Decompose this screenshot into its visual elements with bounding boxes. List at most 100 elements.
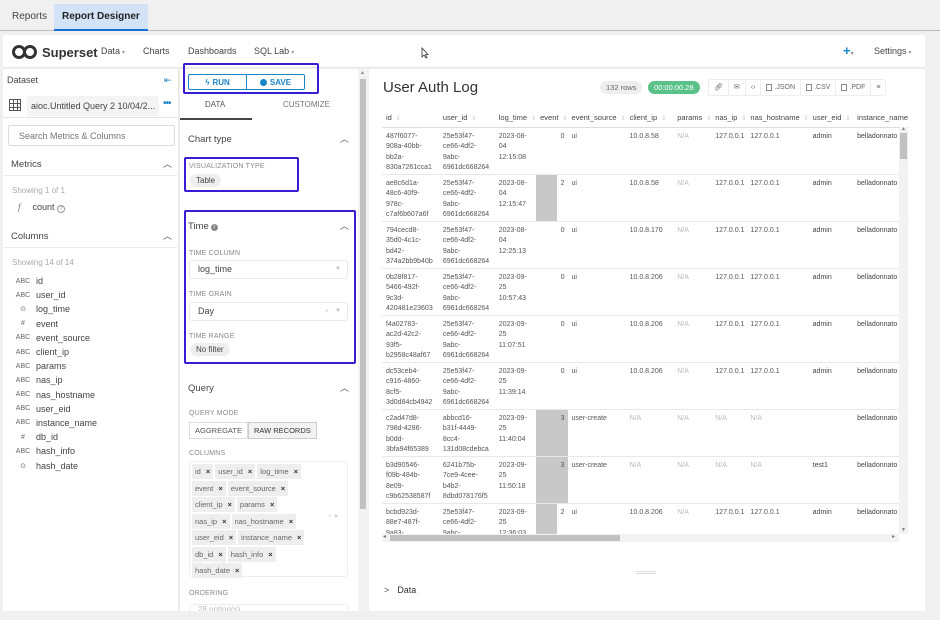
collapse-panel-icon[interactable]: ⇤ — [164, 75, 172, 86]
superset-logo[interactable]: Superset — [12, 44, 98, 60]
query-mode-aggregate[interactable]: AGGREGATE — [189, 422, 248, 439]
remove-tag-icon[interactable]: × — [235, 563, 239, 578]
metric-item[interactable]: f count ? — [13, 202, 66, 213]
remove-tag-icon[interactable]: × — [294, 464, 298, 479]
query-mode-raw-records[interactable]: RAW RECORDS — [247, 422, 317, 439]
remove-tag-icon[interactable]: × — [218, 547, 222, 562]
chart-title[interactable]: User Auth Log — [383, 79, 478, 96]
column-item[interactable]: ABC instance_name — [12, 416, 97, 430]
settings-menu[interactable]: Settings ▾ — [874, 46, 912, 56]
resize-drag-handle[interactable] — [636, 571, 656, 574]
tab-reports[interactable]: Reports — [4, 4, 55, 31]
remove-tag-icon[interactable]: × — [268, 547, 272, 562]
table-row[interactable]: b3d90546- f09b-484b- 8e09- c9b62538587f 6… — [382, 456, 909, 504]
nav-sql-lab-menu[interactable]: SQL Lab ▾ — [254, 46, 294, 56]
clear-chevron-icon[interactable]: × ▼ — [328, 514, 339, 520]
nav-dashboards[interactable]: Dashboards — [188, 46, 237, 56]
column-tag[interactable]: db_id × — [192, 546, 226, 562]
table-row[interactable]: 794cecd8- 35d0-4c1c- bd42- 374a2bb9b40b 2… — [382, 221, 909, 269]
run-button[interactable]: ϟ RUN — [189, 75, 247, 89]
clear-icon[interactable]: × — [325, 303, 329, 320]
table-row[interactable]: dc53ceb4- c916-4860- 8cf5- 3d0d84cb4942 2… — [382, 362, 909, 410]
remove-tag-icon[interactable]: × — [248, 464, 252, 479]
column-item[interactable]: ⊙ log_time — [12, 302, 97, 316]
column-item[interactable]: ABC user_eid — [12, 402, 97, 416]
control-panel-scrollbar[interactable]: ▲ — [358, 69, 368, 611]
column-item[interactable]: ⊙ hash_date — [12, 458, 97, 472]
sort-icon[interactable]: ⇕ — [741, 116, 746, 122]
column-header-event-source[interactable]: event_source ⇕ — [567, 109, 626, 128]
export-csv-button[interactable]: .CSV — [801, 80, 837, 95]
time-column-select[interactable]: log_time ▼ — [189, 260, 348, 279]
time-grain-select[interactable]: Day × ▼ — [189, 302, 348, 321]
column-tag[interactable]: hash_date × — [192, 563, 243, 578]
scrollbar-thumb[interactable] — [360, 79, 366, 509]
time-section-title[interactable]: Time i — [188, 221, 218, 232]
column-tag[interactable]: id × — [192, 464, 214, 479]
table-vertical-scrollbar[interactable]: ▲ ▼ — [899, 126, 908, 534]
table-row[interactable]: 487f6077- 908a-40bb- bb2a- 830a7261cca1 2… — [382, 127, 909, 175]
metrics-section-header[interactable]: Metrics ︿ — [3, 154, 179, 176]
table-row[interactable]: f4a02783- ac2d-42c2- 93f5- b2958c48af67 2… — [382, 315, 909, 363]
remove-tag-icon[interactable]: × — [229, 530, 233, 545]
column-tag[interactable]: event × — [192, 480, 226, 496]
table-row[interactable]: 0b28f817- 5466-492f- 9c3d- 420481e23603 2… — [382, 268, 909, 316]
scroll-up-icon[interactable]: ▲ — [901, 126, 906, 132]
remove-tag-icon[interactable]: × — [228, 497, 232, 512]
column-tag[interactable]: event_source × — [227, 480, 289, 496]
column-tag[interactable]: log_time × — [257, 464, 301, 479]
sort-icon[interactable]: ⇕ — [471, 116, 476, 122]
remove-tag-icon[interactable]: × — [222, 514, 226, 529]
column-item[interactable]: ABC user_id — [12, 288, 97, 302]
column-item[interactable]: # db_id — [12, 430, 97, 444]
remove-tag-icon[interactable]: × — [289, 514, 293, 529]
column-header-event[interactable]: event ⇕ — [536, 109, 568, 128]
visualization-type-value[interactable]: Table — [190, 174, 222, 187]
column-item[interactable]: ABC nas_ip — [12, 373, 97, 387]
columns-multiselect[interactable]: id × user_id × log_time × event × event_source × c… — [189, 461, 348, 578]
remove-tag-icon[interactable]: × — [206, 464, 210, 479]
remove-tag-icon[interactable]: × — [270, 497, 274, 512]
sort-icon[interactable]: ⇕ — [706, 116, 711, 122]
sort-icon[interactable]: ⇕ — [396, 116, 401, 122]
scroll-up-icon[interactable]: ▲ — [360, 70, 365, 76]
remove-tag-icon[interactable]: × — [297, 530, 301, 545]
column-header-user-id[interactable]: user_id ⇕ — [438, 109, 495, 128]
column-tag[interactable]: params × — [236, 497, 278, 512]
remove-tag-icon[interactable]: × — [281, 481, 285, 496]
columns-section-header[interactable]: Columns ︿ — [3, 226, 179, 248]
chevron-up-icon[interactable]: ︿ — [340, 219, 349, 232]
column-item[interactable]: ABC event_source — [12, 331, 97, 345]
column-item[interactable]: ABC client_ip — [12, 345, 97, 359]
column-tag[interactable]: nas_hostname × — [231, 513, 297, 529]
column-item[interactable]: ABC params — [12, 359, 97, 373]
sort-icon[interactable]: ⇕ — [621, 116, 626, 122]
nav-data-menu[interactable]: Data ▾ — [101, 46, 125, 56]
column-item[interactable]: ABC id — [12, 274, 97, 288]
scroll-left-icon[interactable]: ◂ — [383, 533, 386, 540]
column-tag[interactable]: user_id × — [215, 464, 256, 479]
copy-link-button[interactable]: 🔗︎ — [709, 80, 729, 95]
search-metrics-columns-input[interactable] — [8, 125, 175, 146]
table-row[interactable]: c2ad47d8- 798d-4286- b0dd- 3bfa94f65389 a… — [382, 409, 909, 457]
column-header-nas-ip[interactable]: nas_ip ⇕ — [711, 109, 747, 128]
table-horizontal-scrollbar[interactable]: ◂ ▸ — [382, 534, 899, 542]
query-section-title[interactable]: Query — [188, 383, 214, 394]
scrollbar-thumb[interactable] — [390, 535, 620, 541]
save-button[interactable]: SAVE — [247, 75, 304, 89]
column-tag[interactable]: hash_info × — [227, 546, 276, 562]
column-tag[interactable]: user_eid × — [192, 530, 237, 545]
column-header-id[interactable]: id ⇕ — [382, 109, 439, 128]
export-pdf-button[interactable]: .PDF — [836, 80, 872, 95]
chevron-up-icon[interactable]: ︿ — [340, 381, 349, 394]
tab-report-designer[interactable]: Report Designer — [54, 4, 148, 31]
tab-data[interactable]: DATA — [205, 100, 225, 109]
new-item-button[interactable]: +▾ — [843, 43, 854, 58]
column-header-params[interactable]: params ⇕ — [673, 109, 712, 128]
sort-icon[interactable]: ⇕ — [845, 116, 850, 122]
scroll-down-icon[interactable]: ▼ — [901, 527, 906, 533]
chevron-up-icon[interactable]: ︿ — [340, 132, 349, 145]
ordering-select[interactable]: 28 option(s) — [189, 604, 348, 611]
column-header-log-time[interactable]: log_time ⇕ — [494, 109, 537, 128]
more-options-icon[interactable]: ••• — [163, 98, 171, 109]
